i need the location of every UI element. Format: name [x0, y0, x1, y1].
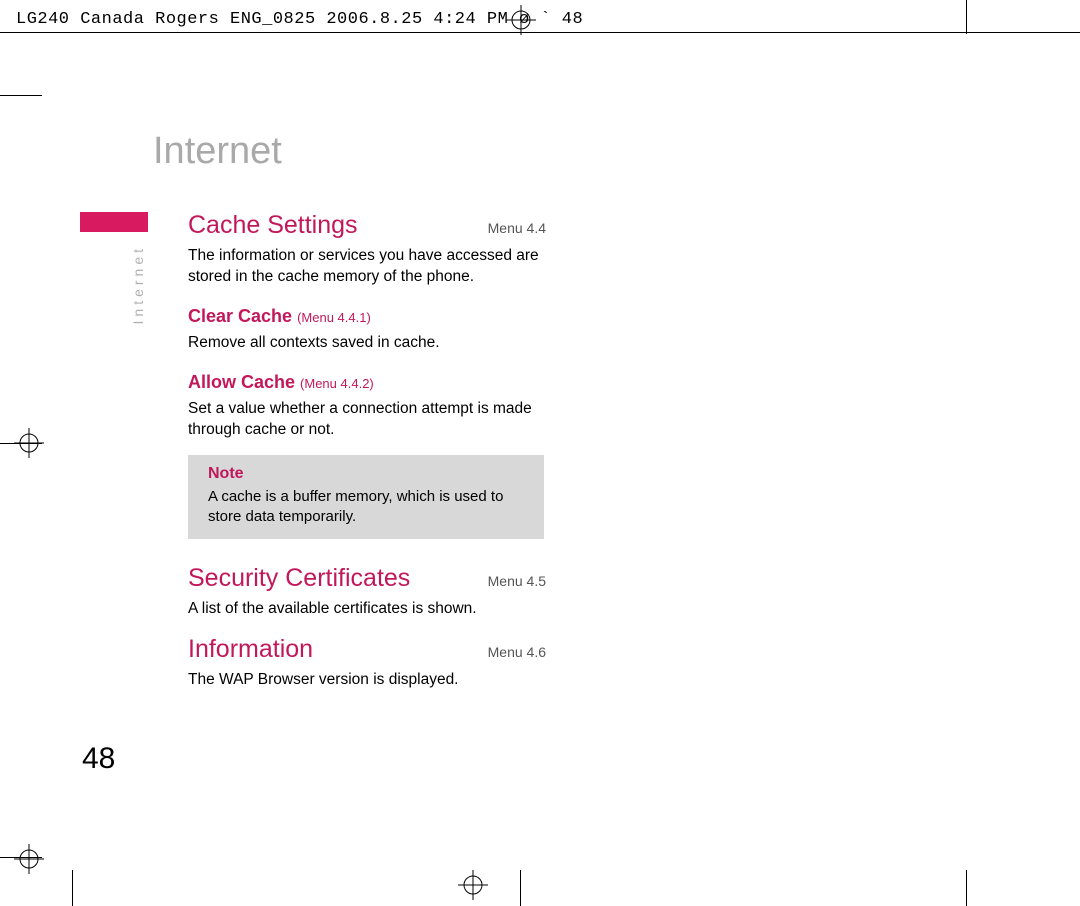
cache-settings-menu-ref: Menu 4.4 [488, 220, 546, 236]
note-title: Note [208, 465, 530, 483]
clear-cache-label: Clear Cache [188, 306, 292, 326]
note-box: Note A cache is a buffer memory, which i… [188, 455, 544, 540]
note-text: A cache is a buffer memory, which is use… [208, 487, 530, 528]
security-text: A list of the available certificates is … [188, 599, 558, 620]
information-title: Information [188, 635, 313, 664]
chapter-title: Internet [153, 130, 282, 173]
information-header-row: Information Menu 4.6 [188, 634, 546, 664]
content-area: Cache Settings Menu 4.4 The information … [188, 210, 558, 705]
security-header-row: Security Certificates Menu 4.5 [188, 563, 546, 593]
crop-mark-top-vertical [966, 0, 967, 34]
crop-mark-bc-v [520, 870, 521, 906]
registration-mark-top [506, 5, 536, 35]
side-label: Internet [130, 245, 146, 324]
header-rule [0, 32, 1080, 33]
information-menu-ref: Menu 4.6 [488, 644, 546, 660]
registration-mark-left [14, 428, 44, 458]
security-menu-ref: Menu 4.5 [488, 573, 546, 589]
clear-cache-menu-ref: (Menu 4.4.1) [297, 310, 371, 325]
clear-cache-text: Remove all contexts saved in cache. [188, 333, 558, 354]
registration-mark-bottom-left [14, 844, 44, 874]
cache-settings-title: Cache Settings [188, 211, 358, 240]
information-text: The WAP Browser version is displayed. [188, 670, 558, 691]
allow-cache-text: Set a value whether a connection attempt… [188, 399, 558, 441]
section-marker-bar [80, 212, 148, 232]
allow-cache-label: Allow Cache [188, 372, 295, 392]
crop-mark-lt-h [0, 95, 42, 96]
registration-mark-bottom-center [458, 870, 488, 900]
cache-settings-header-row: Cache Settings Menu 4.4 [188, 210, 546, 240]
print-header: LG240 Canada Rogers ENG_0825 2006.8.25 4… [16, 10, 583, 29]
clear-cache-title: Clear Cache (Menu 4.4.1) [188, 306, 558, 327]
security-title: Security Certificates [188, 564, 410, 593]
page-number: 48 [82, 742, 115, 776]
cache-settings-intro: The information or services you have acc… [188, 246, 558, 288]
crop-mark-bl-v [72, 870, 73, 906]
allow-cache-menu-ref: (Menu 4.4.2) [300, 376, 374, 391]
crop-mark-br-v [966, 870, 967, 906]
allow-cache-title: Allow Cache (Menu 4.4.2) [188, 372, 558, 393]
